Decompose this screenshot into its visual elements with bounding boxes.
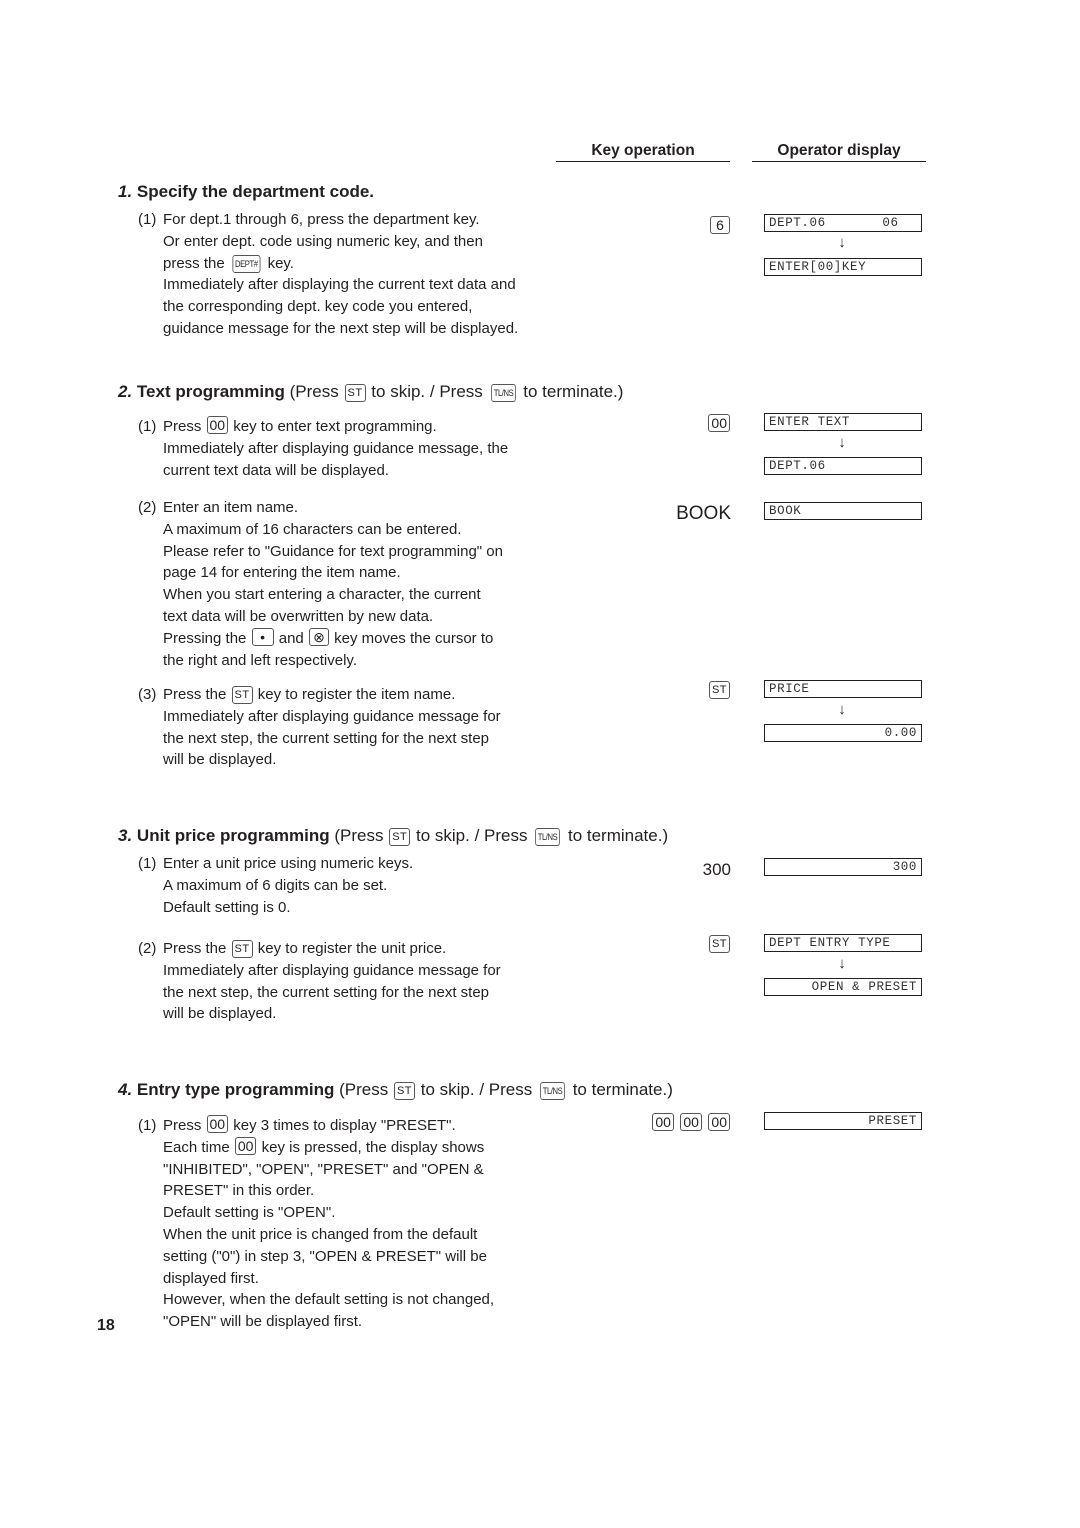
display-dept06-text: DEPT.06	[764, 457, 922, 475]
section-3-step-1: (1) Enter a unit price using numeric key…	[138, 855, 414, 916]
st-key-icon: ST	[389, 828, 411, 846]
display-enter00key: ENTER[00]KEY	[764, 258, 922, 276]
key-op-3-2: ST	[680, 935, 731, 953]
arrow-down-icon: ↓	[838, 234, 846, 251]
section-2-title: 2. Text programming (Press ST to skip. /…	[118, 382, 624, 402]
key-op-300: 300	[702, 860, 731, 879]
double-zero-key-icon: 00	[206, 416, 229, 434]
key-op-book: BOOK	[676, 503, 731, 524]
operator-display-header: Operator display	[752, 142, 926, 162]
st-key-icon: ST	[231, 940, 253, 958]
display-dept-entry-type: DEPT ENTRY TYPE	[764, 934, 922, 952]
display-dept06: DEPT.06 06	[764, 214, 922, 232]
key-op-1-1: 6	[680, 216, 731, 236]
dot-key-icon: •	[251, 627, 274, 646]
key-op-4-1: 00 00 00	[630, 1113, 731, 1133]
double-zero-key-icon: 00	[234, 1136, 257, 1155]
display-300: 300	[764, 858, 922, 876]
section-3-title: 3. Unit price programming (Press ST to s…	[118, 826, 669, 846]
tlns-key-icon: TL/NS	[490, 384, 516, 402]
st-key: ST	[708, 681, 730, 699]
section-2-step-1: (1) Press 00 key to enter text programmi…	[138, 416, 509, 479]
display-price-value: 0.00	[764, 724, 922, 742]
double-zero-key-icon: 00	[206, 1115, 229, 1133]
display-price: PRICE	[764, 680, 922, 698]
section-2-step-2: (2) Enter an item name. A maximum of 16 …	[138, 499, 503, 669]
arrow-down-icon: ↓	[838, 955, 846, 972]
key-op-2-3: ST	[680, 681, 731, 699]
arrow-down-icon: ↓	[838, 434, 846, 451]
section-3-step-2: (2) Press the ST key to register the uni…	[138, 940, 501, 1023]
section-1-step-1: (1) For dept.1 through 6, press the depa…	[138, 211, 519, 337]
st-key: ST	[708, 935, 730, 953]
double-zero-key: 00	[708, 1113, 730, 1131]
section-1-title: 1. Specify the department code.	[118, 182, 375, 201]
display-open-preset: OPEN & PRESET	[764, 978, 922, 996]
numeric-key-6: 6	[710, 216, 730, 234]
st-key-icon: ST	[231, 686, 253, 704]
section-4-step-1: (1) Press 00 key 3 times to display "PRE…	[138, 1115, 495, 1331]
key-operation-header: Key operation	[556, 142, 730, 162]
tlns-key-icon: TL/NS	[540, 1082, 565, 1100]
section-4-title: 4. Entry type programming (Press ST to s…	[118, 1080, 673, 1100]
display-book: BOOK	[764, 502, 922, 520]
double-zero-key: 00	[652, 1113, 674, 1131]
double-zero-key: 00	[680, 1113, 702, 1131]
page-number: 18	[97, 1317, 115, 1334]
cross-key-icon: ⊗	[308, 627, 329, 646]
double-zero-key: 00	[708, 414, 730, 432]
st-key-icon: ST	[344, 384, 366, 402]
section-2-step-3: (3) Press the ST key to register the ite…	[138, 686, 501, 769]
dept-key-icon: DEPT#	[232, 254, 260, 273]
arrow-down-icon: ↓	[838, 701, 846, 718]
st-key-icon: ST	[393, 1082, 415, 1100]
display-preset: PRESET	[764, 1112, 922, 1130]
tlns-key-icon: TL/NS	[535, 828, 561, 846]
key-op-2-1: 00	[680, 414, 731, 434]
display-enter-text: ENTER TEXT	[764, 413, 922, 431]
